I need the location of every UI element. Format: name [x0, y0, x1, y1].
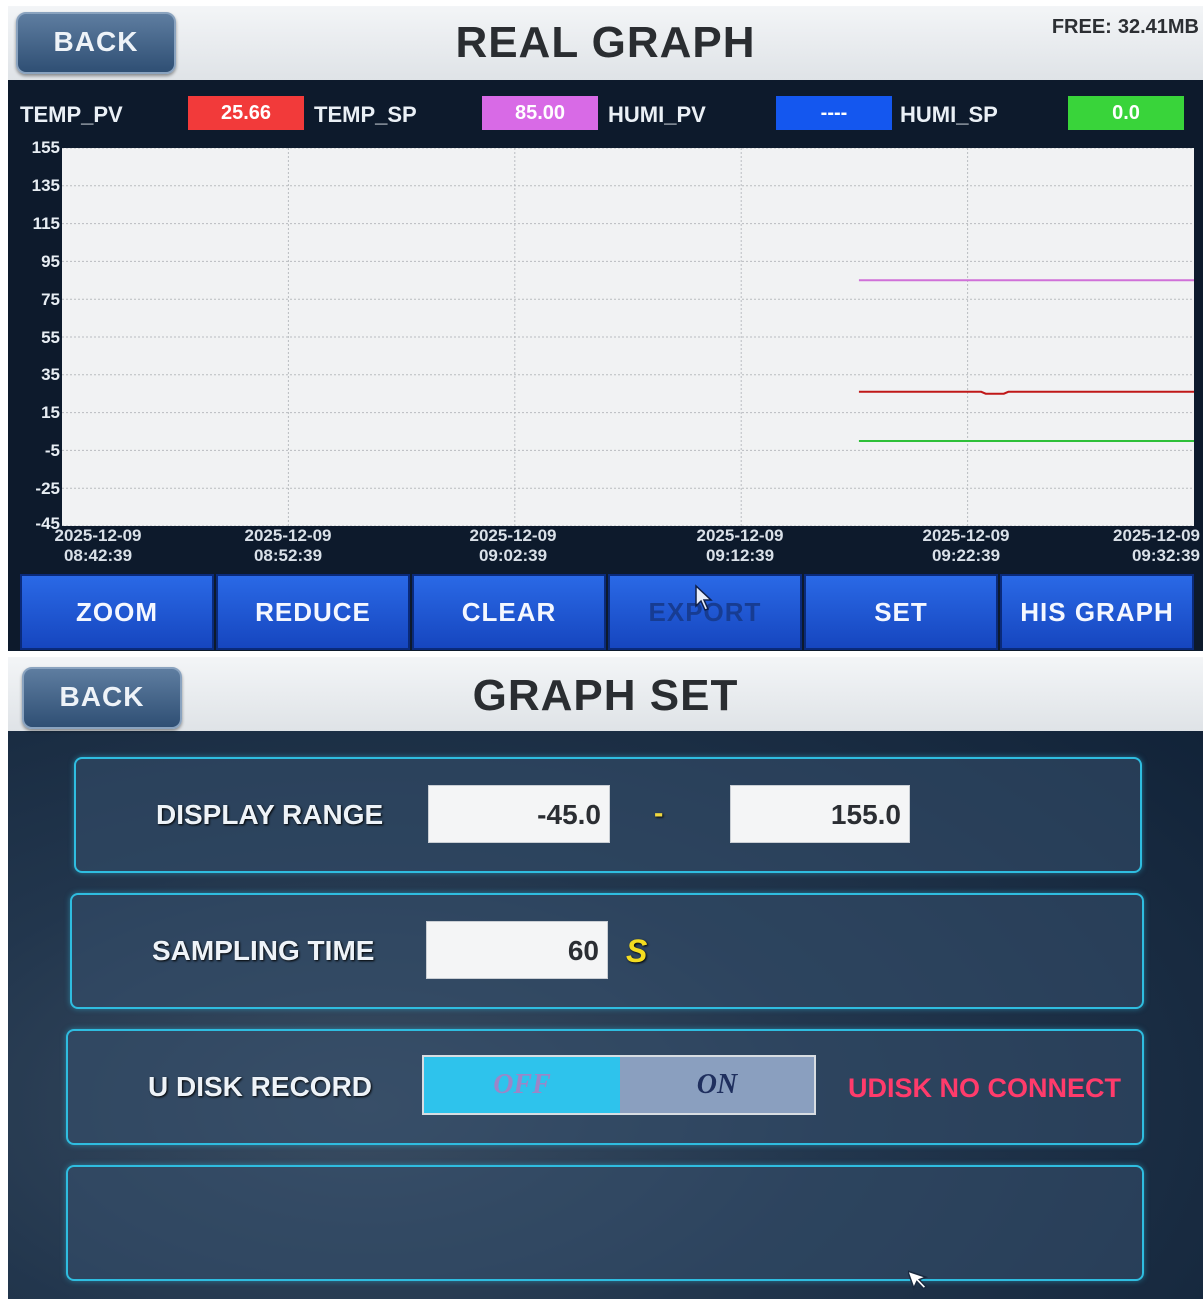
his-graph-button[interactable]: HIS GRAPH [1000, 574, 1194, 650]
x-tick-date: 2025-12-09 [54, 526, 142, 545]
range-min-field[interactable]: -45.0 [428, 785, 610, 843]
temp-pv-label: TEMP_PV [20, 102, 123, 127]
free-space-value: 32.41MB [1117, 16, 1199, 38]
humi-pv-label: HUMI_PV [608, 102, 706, 127]
temp-pv-value: 25.66 [188, 96, 304, 130]
y-tick: 135 [31, 176, 60, 195]
y-tick: 75 [41, 290, 60, 309]
range-max-field[interactable]: 155.0 [730, 785, 910, 843]
page-title: GRAPH SET [472, 671, 739, 720]
x-tick-time: 09:22:39 [931, 546, 1001, 565]
y-tick: 155 [31, 138, 60, 157]
header-bar: BACK REAL GRAPH FREE: 32.41MB [8, 6, 1203, 80]
set-button[interactable]: SET [804, 574, 998, 650]
x-tick-time: 08:52:39 [253, 546, 323, 565]
sampling-time-label: SAMPLING TIME [152, 935, 375, 966]
y-tick: 15 [41, 403, 60, 422]
display-range-label: DISPLAY RANGE [156, 799, 384, 830]
udisk-record-label: U DISK RECORD [148, 1071, 373, 1102]
temp-sp-label: TEMP_SP [314, 102, 417, 127]
y-tick: 115 [32, 214, 60, 233]
x-tick: 2025-12-09 08:42:39 [28, 526, 168, 566]
line-chart [62, 148, 1194, 526]
x-tick-date: 2025-12-09 [922, 526, 1010, 545]
x-tick-time: 09:32:39 [1131, 546, 1200, 565]
reduce-button[interactable]: REDUCE [216, 574, 410, 650]
sampling-time-field[interactable]: 60 [426, 921, 608, 979]
mouse-pointer-icon [908, 1269, 929, 1290]
plot-area[interactable] [62, 148, 1194, 526]
clear-button[interactable]: CLEAR [412, 574, 606, 650]
udisk-record-toggle[interactable]: OFF ON [422, 1055, 816, 1115]
x-tick-date: 2025-12-09 [1113, 526, 1200, 545]
toggle-on-option[interactable]: ON [620, 1057, 814, 1113]
x-tick-date: 2025-12-09 [696, 526, 784, 545]
sampling-unit: S [626, 933, 648, 969]
free-space-label: FREE: [1051, 16, 1112, 38]
empty-settings-row [66, 1165, 1144, 1281]
udisk-record-row: U DISK RECORD OFF ON UDISK NO CONNECT [66, 1029, 1144, 1145]
humi-sp-value: 0.0 [1068, 96, 1184, 130]
x-tick-time: 09:12:39 [705, 546, 775, 565]
y-tick: 35 [41, 365, 60, 384]
graph-set-panel: BACK GRAPH SET DISPLAY RANGE -45.0 - 155… [8, 657, 1203, 1299]
status-row: TEMP_PV 25.66 TEMP_SP 85.00 HUMI_PV ----… [8, 90, 1203, 142]
x-tick: 2025-12-09 09:12:39 [670, 526, 810, 566]
x-tick: 2025-12-09 08:52:39 [218, 526, 358, 566]
bottom-button-row: ZOOM REDUCE CLEAR EXPORT SET HIS GRAPH [8, 574, 1203, 650]
x-tick-date: 2025-12-09 [469, 526, 557, 545]
x-tick-time: 09:02:39 [478, 546, 548, 565]
y-tick: -25 [35, 479, 60, 498]
header-bar: BACK GRAPH SET [8, 657, 1203, 731]
humi-sp-label: HUMI_SP [900, 102, 998, 127]
sampling-time-row: SAMPLING TIME 60 S [70, 893, 1144, 1009]
mouse-pointer-icon [695, 584, 713, 611]
toggle-off-option[interactable]: OFF [424, 1057, 620, 1113]
y-tick: 95 [41, 252, 60, 271]
y-tick: -5 [44, 441, 60, 460]
x-tick-time: 08:42:39 [63, 546, 133, 565]
x-tick-date: 2025-12-09 [244, 526, 332, 545]
temp-sp-value: 85.00 [482, 96, 598, 130]
page-title: REAL GRAPH [455, 18, 756, 67]
display-range-row: DISPLAY RANGE -45.0 - 155.0 [74, 757, 1142, 873]
free-space-indicator: FREE: 32.41MB [1046, 16, 1199, 39]
zoom-button[interactable]: ZOOM [20, 574, 214, 650]
temp-pv-line [858, 390, 1194, 395]
real-graph-panel: BACK REAL GRAPH FREE: 32.41MB TEMP_PV 25.… [8, 6, 1203, 651]
x-tick: 2025-12-09 09:22:39 [896, 526, 1036, 566]
x-tick: 2025-12-09 09:32:39 [1060, 526, 1200, 566]
y-tick: 55 [41, 328, 60, 347]
humi-pv-value: ---- [776, 96, 892, 130]
udisk-status-text: UDISK NO CONNECT [848, 1073, 1122, 1103]
range-separator: - [654, 797, 664, 828]
x-tick: 2025-12-09 09:02:39 [443, 526, 583, 566]
